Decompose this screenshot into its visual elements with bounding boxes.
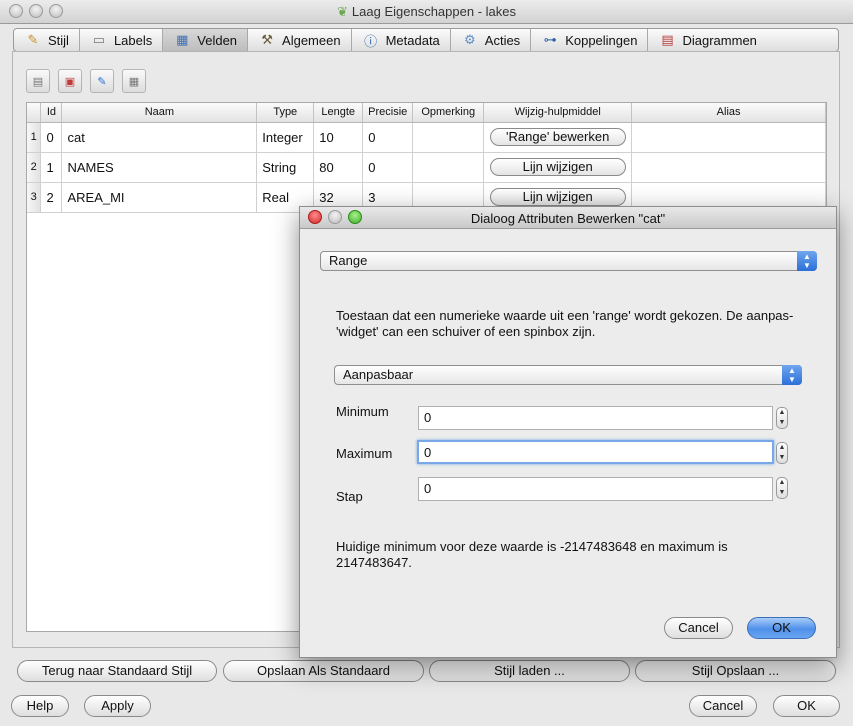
cell-id[interactable]: 1 <box>40 152 63 183</box>
row-number[interactable]: 3 <box>27 182 42 213</box>
table-row: 1 0 cat Integer 10 0 'Range' bewerken <box>27 122 826 153</box>
field-calculator-button[interactable]: ▦ <box>122 69 146 93</box>
cell-edit-widget: Lijn wijzigen <box>483 152 633 183</box>
load-style-button[interactable]: Stijl laden ... <box>429 660 630 682</box>
tab-metadata[interactable]: ⓘ Metadata <box>352 29 451 51</box>
cell-alias[interactable] <box>631 152 826 183</box>
tab-bar: ✎ Stijl ▭ Labels ▦ Velden ⚒ Algemeen ⓘ M… <box>13 28 839 52</box>
select-arrows-icon: ▲ ▼ <box>797 251 817 271</box>
brush-icon: ✎ <box>27 32 39 47</box>
minimum-input[interactable]: 0 <box>418 406 773 430</box>
tab-velden[interactable]: ▦ Velden <box>163 29 249 51</box>
cell-precisie[interactable]: 0 <box>362 122 414 153</box>
tab-acties[interactable]: ⚙ Acties <box>451 29 532 51</box>
dialog-ok-button[interactable]: OK <box>747 617 816 639</box>
minimum-label: Minimum <box>336 404 389 419</box>
tab-labels[interactable]: ▭ Labels <box>80 29 164 51</box>
ok-button[interactable]: OK <box>773 695 840 717</box>
maximum-stepper[interactable]: ▲ ▼ <box>776 442 788 464</box>
cell-lengte[interactable]: 10 <box>313 122 364 153</box>
row-number[interactable]: 2 <box>27 152 42 183</box>
cell-type[interactable]: String <box>256 152 315 183</box>
cell-opmerking[interactable] <box>412 152 485 183</box>
apply-button[interactable]: Apply <box>84 695 151 717</box>
cell-id[interactable]: 2 <box>40 182 63 213</box>
cell-naam[interactable]: NAMES <box>61 152 258 183</box>
delete-column-icon: ▣ <box>64 75 76 88</box>
widget-type-select[interactable]: Range ▲ ▼ <box>320 251 817 271</box>
save-style-button[interactable]: Stijl Opslaan ... <box>635 660 836 682</box>
step-label: Stap <box>336 489 363 504</box>
dialog-title: Dialoog Attributen Bewerken "cat" <box>470 211 666 226</box>
step-stepper[interactable]: ▲ ▼ <box>776 477 788 499</box>
new-column-icon: ▤ <box>32 75 44 88</box>
info-icon: ⓘ <box>364 33 378 49</box>
stepper-arrows-icon: ▲ ▼ <box>778 409 786 426</box>
stepper-arrows-icon: ▲ ▼ <box>778 479 786 496</box>
new-column-button[interactable]: ▤ <box>26 69 50 93</box>
dialog-titlebar: Dialoog Attributen Bewerken "cat" <box>300 207 836 229</box>
header-alias[interactable]: Alias <box>631 103 826 123</box>
header-wijzig-hulpmiddel[interactable]: Wijzig-hulpmiddel <box>483 103 633 123</box>
cell-naam[interactable]: AREA_MI <box>61 182 258 213</box>
edit-attribute-dialog: Dialoog Attributen Bewerken "cat" Range … <box>299 206 837 658</box>
fields-toolbar: ▤ ▣ ✎ ▦ <box>26 69 146 93</box>
tab-algemeen[interactable]: ⚒ Algemeen <box>248 29 352 51</box>
cell-alias[interactable] <box>631 122 826 153</box>
calculator-icon: ▦ <box>128 75 140 88</box>
range-mode-select[interactable]: Aanpasbaar ▲ ▼ <box>334 365 802 385</box>
header-type[interactable]: Type <box>256 103 315 123</box>
header-id[interactable]: Id <box>40 103 63 123</box>
header-precisie[interactable]: Precisie <box>362 103 414 123</box>
cancel-button[interactable]: Cancel <box>689 695 757 717</box>
cell-precisie[interactable]: 0 <box>362 152 414 183</box>
window-titlebar: ❦ Laag Eigenschappen - lakes <box>0 0 853 24</box>
reset-default-style-button[interactable]: Terug naar Standaard Stijl <box>17 660 217 682</box>
toggle-editing-button[interactable]: ✎ <box>90 69 114 93</box>
tools-icon: ⚒ <box>261 32 273 47</box>
select-arrows-icon: ▲ ▼ <box>782 365 802 385</box>
cell-id[interactable]: 0 <box>40 122 63 153</box>
tab-diagrammen[interactable]: ▤ Diagrammen <box>648 29 838 51</box>
help-button[interactable]: Help <box>11 695 69 717</box>
maximum-label: Maximum <box>336 446 393 461</box>
table-row: 2 1 NAMES String 80 0 Lijn wijzigen <box>27 152 826 183</box>
gears-icon: ⚙ <box>463 32 476 47</box>
window-title: ❦ Laag Eigenschappen - lakes <box>337 4 516 19</box>
cell-lengte[interactable]: 80 <box>313 152 364 183</box>
qgis-leaf-icon: ❦ <box>337 4 348 19</box>
header-lengte[interactable]: Lengte <box>313 103 364 123</box>
label-icon: ▭ <box>92 32 106 47</box>
stepper-arrows-icon: ▲ ▼ <box>778 444 786 461</box>
maximum-input[interactable]: 0 <box>417 440 774 464</box>
save-as-default-button[interactable]: Opslaan Als Standaard <box>223 660 424 682</box>
edit-widget-button[interactable]: Lijn wijzigen <box>489 188 626 206</box>
cell-edit-widget: 'Range' bewerken <box>483 122 633 153</box>
tab-stijl[interactable]: ✎ Stijl <box>14 29 80 51</box>
tab-koppelingen[interactable]: ⊶ Koppelingen <box>531 29 649 51</box>
cell-type[interactable]: Integer <box>256 122 315 153</box>
cell-naam[interactable]: cat <box>61 122 258 153</box>
minimum-stepper[interactable]: ▲ ▼ <box>776 407 788 429</box>
delete-column-button[interactable]: ▣ <box>58 69 82 93</box>
dialog-cancel-button[interactable]: Cancel <box>664 617 733 639</box>
cell-opmerking[interactable] <box>412 122 485 153</box>
widget-description: Toestaan dat een numerieke waarde uit ee… <box>336 308 794 339</box>
step-input[interactable]: 0 <box>418 477 773 501</box>
table-icon: ▦ <box>176 32 189 47</box>
edit-widget-button[interactable]: Lijn wijzigen <box>489 158 626 176</box>
header-corner <box>27 103 42 123</box>
range-info-text: Huidige minimum voor deze waarde is -214… <box>336 539 728 570</box>
header-naam[interactable]: Naam <box>61 103 258 123</box>
row-number[interactable]: 1 <box>27 122 42 153</box>
join-icon: ⊶ <box>543 32 557 47</box>
chart-icon: ▤ <box>661 32 674 47</box>
header-opmerking[interactable]: Opmerking <box>412 103 485 123</box>
pencil-icon: ✎ <box>97 75 107 88</box>
table-header-row: Id Naam Type Lengte Precisie Opmerking W… <box>27 103 826 123</box>
edit-widget-button[interactable]: 'Range' bewerken <box>489 128 626 146</box>
